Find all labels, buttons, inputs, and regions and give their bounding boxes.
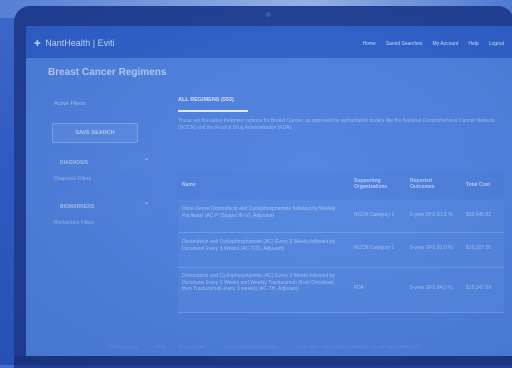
active-tab-indicator [178,110,248,112]
reported-outcome: 5-year DFS 81.5 % [410,212,453,218]
footer-terms-of-use[interactable]: Terms of Use [178,344,205,349]
reported-outcome: 5-year DFS 81.0 % [410,245,453,251]
supporting-organization: NCCN Category 1 [354,245,395,251]
regimen-name[interactable]: Dose-Dense Doxorubicin and Cyclophospham… [182,206,342,219]
top-navigation-bar: ✚ NantHealth | Eviti Home Saved Searches… [26,26,512,58]
logo-text: NantHealth | Eviti [45,38,115,48]
supporting-organization: NCCN Category 1 [354,212,395,218]
table-header: Name Supporting Organizations Reported O… [178,172,504,198]
footer: Privacy Policy FAQ Terms of Use Do Not S… [26,338,512,358]
diagnosis-label: DIAGNOSIS [60,160,89,166]
app-screen: ✚ NantHealth | Eviti Home Saved Searches… [26,26,512,358]
tab-all-regimens[interactable]: ALL REGIMENS (553) [178,97,234,103]
biomarkers-section-toggle[interactable]: BIOMARKERS ⌃ [52,198,156,216]
regimens-description: These are the latest treatment options f… [178,118,495,131]
app-logo[interactable]: ✚ NantHealth | Eviti [34,38,115,48]
supporting-organization: FDA [354,285,364,291]
footer-faq[interactable]: FAQ [156,344,165,349]
logo-icon: ✚ [34,39,41,48]
column-reported-outcomes[interactable]: Reported Outcomes [410,178,450,190]
table-row[interactable]: Doxorubicin and Cyclophosphamide (AC) Ev… [178,268,504,313]
biomarkers-label: BIOMARKERS [60,204,95,210]
diagnosis-filters-text: Diagnosis Filters [54,176,91,182]
nav-help[interactable]: Help [468,41,478,47]
table-row[interactable]: Dose-Dense Doxorubicin and Cyclophospham… [178,200,504,233]
nav-logout[interactable]: Logout [489,41,504,47]
column-supporting-organizations[interactable]: Supporting Organizations [354,178,398,190]
total-cost: $16,247.09 [466,285,492,291]
footer-do-not-sell[interactable]: Do Not Sell My Information [224,344,278,349]
regimen-name[interactable]: Doxorubicin and Cyclophosphamide (AC) Ev… [182,239,342,252]
regimen-name[interactable]: Doxorubicin and Cyclophosphamide (AC) Ev… [182,273,342,293]
nav-my-account[interactable]: My Account [433,41,459,47]
diagnosis-section-toggle[interactable]: DIAGNOSIS ⌃ [52,154,156,172]
total-cost: $16,027.25 [466,245,492,251]
column-total-cost[interactable]: Total Cost [466,182,490,188]
footer-privacy-policy[interactable]: Privacy Policy [110,344,138,349]
webcam [266,12,271,17]
table-row[interactable]: Doxorubicin and Cyclophosphamide (AC) Ev… [178,233,504,268]
chevron-up-icon: ⌃ [143,157,150,166]
active-filters-label: Active Filters [54,101,86,107]
footer-copyright: Copyright © 2020-2022 NantHealth, Inc. A… [298,344,420,349]
biomarkers-filters-text: Biomarkers Filters [54,220,95,226]
laptop-bottom-bezel [14,356,512,365]
save-search-button[interactable]: SAVE SEARCH [52,123,138,143]
column-name[interactable]: Name [182,182,196,188]
reported-outcome: 5-year DFS 84.0 % [410,285,453,291]
nav-saved-searches[interactable]: Saved Searches [386,41,423,47]
top-nav: Home Saved Searches My Account Help Logo… [363,41,505,47]
nav-home[interactable]: Home [363,41,376,47]
chevron-up-icon: ⌃ [143,201,150,210]
total-cost: $16,645.02 [466,212,492,218]
page-title: Breast Cancer Regimens [48,67,167,78]
